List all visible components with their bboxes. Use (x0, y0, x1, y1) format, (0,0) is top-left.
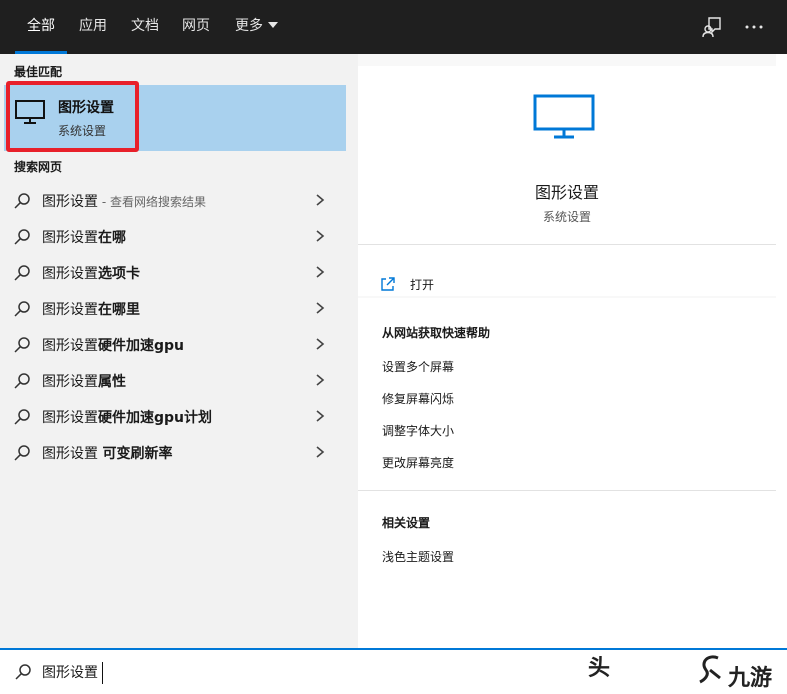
web-result-item[interactable]: 图形设置硬件加速gpu计划 (0, 398, 358, 434)
result-suggestion-text: 硬件加速gpu计划 (98, 410, 213, 426)
search-bar: 头 九游 (0, 648, 787, 694)
result-suggestion-text: 选项卡 (98, 266, 140, 282)
related-settings-heading: 相关设置 (382, 516, 431, 530)
search-icon (14, 193, 30, 209)
open-label: 打开 (410, 278, 435, 292)
feedback-icon[interactable] (700, 15, 724, 39)
chevron-right-icon[interactable] (314, 373, 326, 387)
result-query-text: 图形设置 (42, 266, 98, 282)
search-icon (14, 265, 30, 281)
result-hint-text: - 查看网络搜索结果 (98, 195, 206, 209)
web-result-item[interactable]: 图形设置属性 (0, 362, 358, 398)
search-input[interactable] (42, 658, 562, 686)
results-panel: 最佳匹配 图形设置 系统设置 搜索网页 图形设置 - 查看网络搜索结果 图形设置… (0, 54, 358, 648)
search-icon (15, 664, 31, 680)
web-result-text: 图形设置硬件加速gpu计划 (42, 407, 212, 427)
tab-web[interactable]: 网页 (182, 0, 210, 54)
best-match-subtitle: 系统设置 (58, 124, 107, 138)
web-result-text: 图形设置在哪里 (42, 299, 140, 319)
help-link-screen-flicker[interactable]: 修复屏幕闪烁 (382, 390, 454, 407)
chevron-right-icon[interactable] (314, 409, 326, 423)
web-result-text: 图形设置 - 查看网络搜索结果 (42, 191, 206, 211)
chevron-right-icon[interactable] (314, 337, 326, 351)
tab-documents[interactable]: 文档 (131, 0, 159, 54)
divider (358, 490, 776, 491)
result-suggestion-text: 可变刷新率 (102, 446, 173, 462)
web-result-text: 图形设置选项卡 (42, 263, 140, 283)
monitor-icon (532, 94, 596, 144)
web-result-item[interactable]: 图形设置 - 查看网络搜索结果 (0, 182, 358, 218)
result-query-text: 图形设置 (42, 374, 98, 390)
chevron-right-icon[interactable] (314, 229, 326, 243)
search-filter-bar: 全部 应用 文档 网页 更多 (0, 0, 787, 54)
chevron-right-icon[interactable] (314, 445, 326, 459)
chevron-right-icon[interactable] (314, 301, 326, 315)
related-link-light-theme[interactable]: 浅色主题设置 (382, 548, 454, 565)
chevron-right-icon[interactable] (314, 193, 326, 207)
chevron-right-icon[interactable] (314, 265, 326, 279)
result-query-text: 图形设置 (42, 410, 98, 426)
chevron-down-icon (268, 22, 278, 28)
help-link-multiple-screens[interactable]: 设置多个屏幕 (382, 358, 454, 375)
monitor-icon (14, 99, 46, 129)
web-result-item[interactable]: 图形设置 可变刷新率 (0, 434, 358, 470)
tab-apps[interactable]: 应用 (79, 0, 107, 54)
result-suggestion-text: 硬件加速gpu (98, 338, 185, 354)
help-link-font-size[interactable]: 调整字体大小 (382, 422, 454, 439)
web-result-text: 图形设置属性 (42, 371, 126, 391)
search-web-heading: 搜索网页 (14, 160, 63, 174)
text-cursor (102, 662, 103, 684)
preview-panel: 图形设置 系统设置 打开 从网站获取快速帮助 设置多个屏幕 修复屏幕闪烁 调整字… (358, 54, 787, 648)
best-match-heading: 最佳匹配 (14, 65, 63, 79)
web-result-item[interactable]: 图形设置选项卡 (0, 254, 358, 290)
watermark-logo (696, 652, 724, 690)
best-match-title: 图形设置 (58, 100, 114, 116)
search-icon (14, 445, 30, 461)
preview-subtitle: 系统设置 (542, 210, 591, 224)
result-query-text: 图形设置 (42, 338, 98, 354)
search-icon (14, 229, 30, 245)
tab-more-label: 更多 (235, 18, 263, 34)
result-suggestion-text: 在哪里 (98, 302, 140, 318)
quick-help-heading: 从网站获取快速帮助 (382, 326, 491, 340)
result-query-text: 图形设置 (42, 302, 98, 318)
open-icon (381, 277, 395, 291)
search-icon (14, 409, 30, 425)
tab-all[interactable]: 全部 (15, 0, 67, 54)
tab-more[interactable]: 更多 (235, 0, 278, 54)
result-suggestion-text: 在哪 (98, 230, 126, 246)
result-query-text: 图形设置 (42, 230, 98, 246)
result-query-text: 图形设置 (42, 446, 103, 462)
result-suggestion-text: 属性 (98, 374, 126, 390)
search-icon (14, 373, 30, 389)
web-result-text: 图形设置硬件加速gpu (42, 335, 184, 355)
web-result-item[interactable]: 图形设置在哪 (0, 218, 358, 254)
help-link-brightness[interactable]: 更改屏幕亮度 (382, 454, 454, 471)
more-options-icon[interactable] (742, 15, 766, 39)
web-result-text: 图形设置 可变刷新率 (42, 443, 172, 463)
preview-title: 图形设置 (534, 183, 599, 202)
search-icon (14, 337, 30, 353)
divider (358, 244, 776, 245)
web-result-item[interactable]: 图形设置在哪里 (0, 290, 358, 326)
preview-details: 从网站获取快速帮助 设置多个屏幕 修复屏幕闪烁 调整字体大小 更改屏幕亮度 相关… (358, 298, 776, 648)
preview-card: 图形设置 系统设置 打开 从网站获取快速帮助 设置多个屏幕 修复屏幕闪烁 调整字… (358, 54, 776, 648)
search-icon (14, 301, 30, 317)
preview-header: 图形设置 系统设置 打开 (358, 66, 776, 296)
result-query-text: 图形设置 (42, 194, 98, 210)
best-match-item[interactable]: 图形设置 系统设置 (4, 85, 346, 151)
watermark-text-left: 头 (588, 656, 611, 681)
web-result-text: 图形设置在哪 (42, 227, 126, 247)
watermark-text-right: 九游 (728, 666, 773, 691)
web-result-item[interactable]: 图形设置硬件加速gpu (0, 326, 358, 362)
